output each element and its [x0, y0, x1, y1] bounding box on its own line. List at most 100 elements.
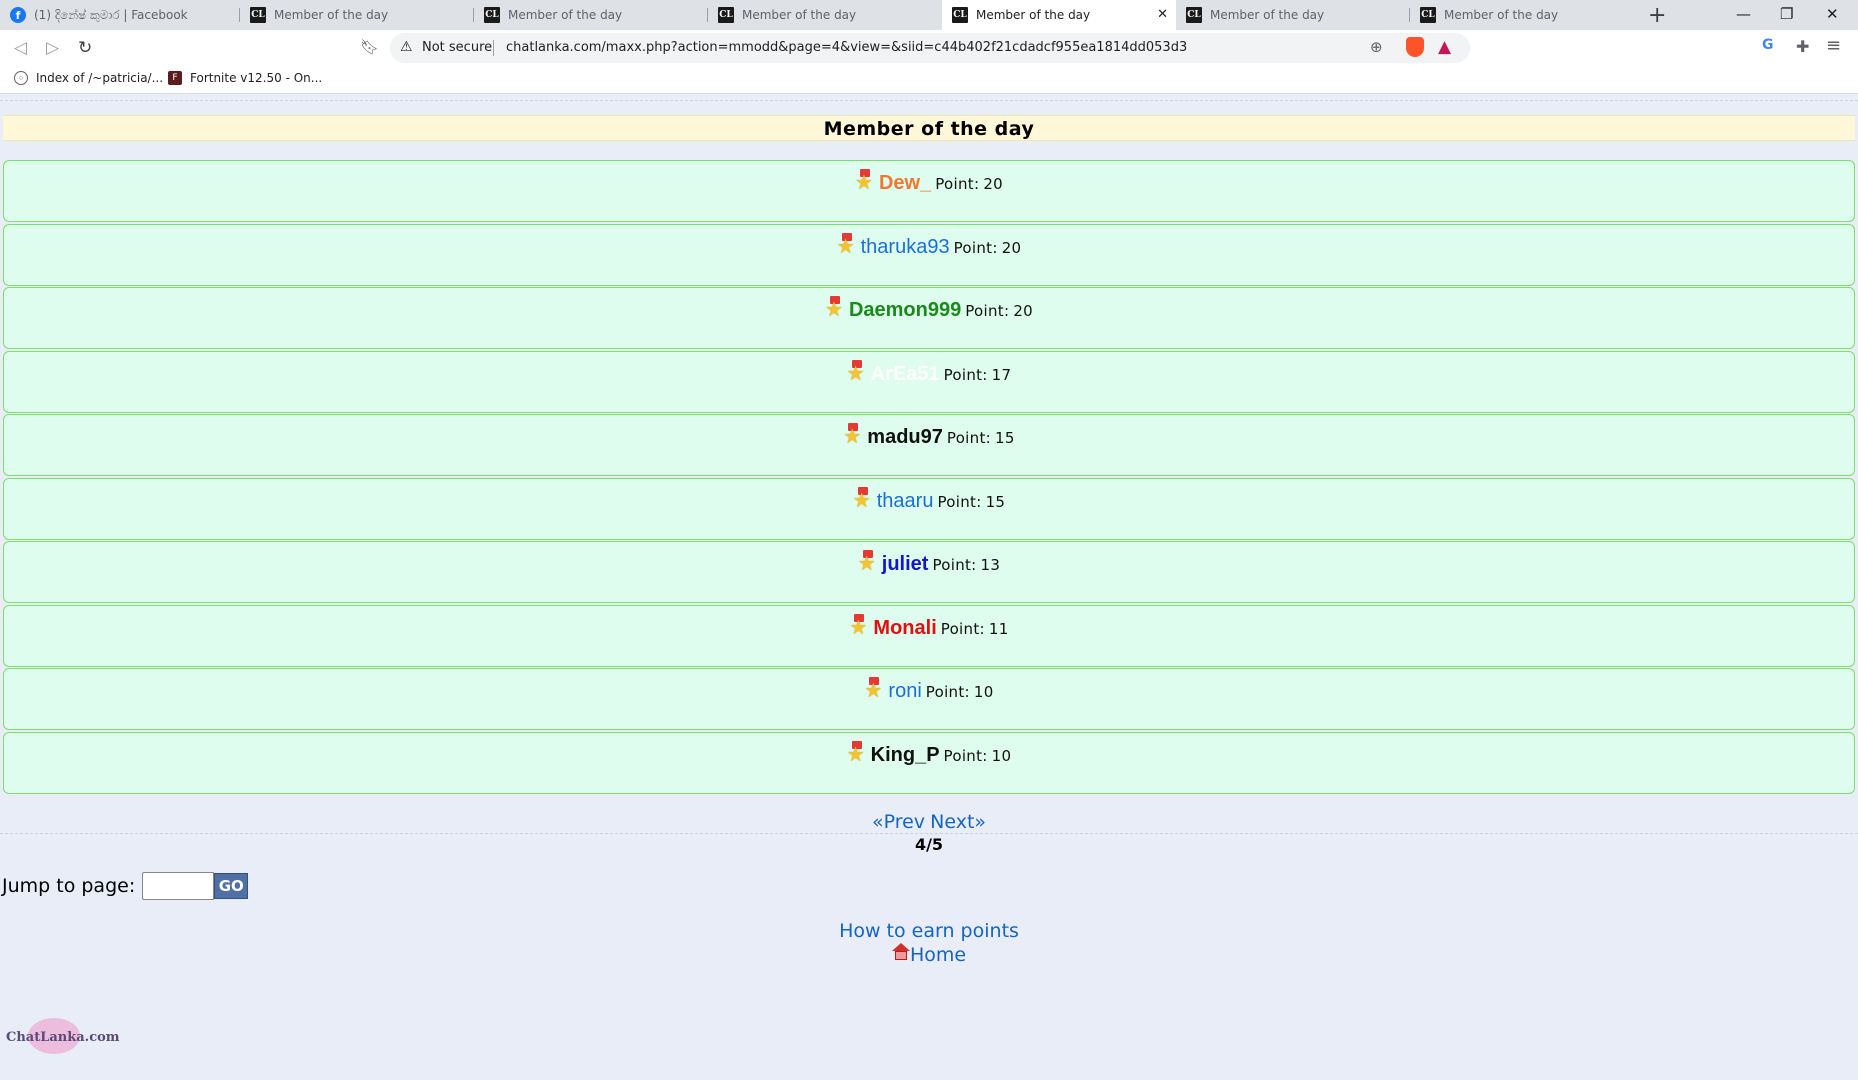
home-icon[interactable]: [891, 943, 910, 961]
tab[interactable]: CL Member of the day ✕: [942, 0, 1176, 30]
member-entry: ★ King_P Point: 10: [4, 740, 1854, 767]
prev-page-link[interactable]: «Prev: [872, 811, 925, 833]
member-name-link[interactable]: Monali: [873, 617, 936, 639]
member-points: 15: [995, 429, 1015, 447]
browser-toolbar: ◁ ▷ ↻ 🔖︎ ⚠ Not secure chatlanka.com/maxx…: [0, 30, 1858, 66]
page-indicator: 4/5: [914, 835, 944, 854]
chatlanka-logo: ChatLanka.com: [6, 1030, 120, 1045]
member-name-link[interactable]: roni: [888, 680, 921, 702]
bookmark-icon[interactable]: 🔖︎: [360, 38, 379, 56]
minimize-icon[interactable]: —: [1736, 5, 1751, 23]
point-label: Point:: [935, 175, 980, 193]
tab-strip: f (1) දිනේෂ් කුමාර | Facebook CL Member of …: [0, 0, 1858, 30]
member-name-link[interactable]: ArEa51: [871, 363, 940, 385]
globe-icon: ◦: [14, 71, 28, 85]
member-row: ★ King_P Point: 10: [3, 731, 1855, 794]
back-icon[interactable]: ◁: [14, 38, 27, 58]
member-points: 20: [1001, 238, 1022, 257]
fortnite-icon: F: [168, 71, 182, 85]
medal-star-icon: ★: [824, 296, 843, 321]
member-entry: ★ thaaru Point: 15: [4, 486, 1854, 513]
forward-icon[interactable]: ▷: [46, 38, 59, 58]
point-label: Point:: [943, 365, 988, 384]
medal-star-icon: ★: [849, 613, 868, 639]
member-name-link[interactable]: Dew_: [879, 172, 931, 194]
go-button[interactable]: GO: [214, 873, 249, 899]
bookmark-item[interactable]: ◦ Index of /~patricia/...: [14, 71, 163, 85]
tab[interactable]: CL Member of the day: [474, 0, 708, 30]
point-label: Point:: [937, 492, 982, 511]
earn-points-link[interactable]: How to earn points: [839, 920, 1019, 942]
extensions-icon[interactable]: ✚: [1796, 37, 1809, 56]
chatlanka-icon: CL: [484, 7, 500, 23]
tab-title: Member of the day: [508, 8, 623, 22]
member-entry: ★ Monali Point: 11: [4, 613, 1854, 640]
warning-icon[interactable]: ⚠: [400, 39, 413, 55]
brave-rewards-icon[interactable]: ▲: [1438, 37, 1451, 57]
member-points: 20: [983, 175, 1004, 193]
chatlanka-icon: CL: [952, 7, 968, 23]
tab-title: Member of the day: [1210, 8, 1325, 22]
member-row: ★ madu97 Point: 15: [3, 414, 1855, 476]
tab[interactable]: CL Member of the day: [240, 0, 474, 30]
member-name-link[interactable]: Daemon999: [849, 299, 961, 321]
tab-separator: [473, 8, 474, 22]
zoom-icon[interactable]: ⊕: [1370, 38, 1383, 56]
chatlanka-icon: CL: [1420, 7, 1436, 23]
security-label[interactable]: Not secure: [422, 40, 492, 55]
close-tab-icon[interactable]: ✕: [1157, 7, 1168, 22]
member-row: ★ roni Point: 10: [3, 668, 1855, 730]
point-label: Point:: [940, 619, 985, 638]
close-window-icon[interactable]: ✕: [1826, 5, 1839, 23]
medal-star-icon: ★: [836, 232, 855, 258]
member-entry: ★ tharuka93 Point: 20: [4, 232, 1854, 259]
member-points: 15: [985, 492, 1006, 511]
tab[interactable]: CL Member of the day: [708, 0, 942, 30]
chatlanka-icon: CL: [1186, 7, 1202, 23]
member-row: ★ Daemon999 Point: 20: [3, 287, 1855, 349]
member-points: 17: [991, 365, 1012, 384]
address-bar[interactable]: ⚠ Not secure chatlanka.com/maxx.php?acti…: [390, 33, 1470, 63]
medal-star-icon: ★: [864, 677, 883, 702]
page-title: Member of the day: [3, 115, 1855, 141]
member-points: 11: [988, 619, 1009, 638]
member-entry: ★ Daemon999 Point: 20: [4, 296, 1854, 322]
member-name-link[interactable]: madu97: [867, 426, 943, 448]
medal-star-icon: ★: [846, 740, 865, 766]
menu-icon[interactable]: ≡: [1826, 35, 1841, 56]
tab-title: Member of the day: [976, 8, 1091, 22]
bookmark-item[interactable]: F Fortnite v12.50 - On...: [168, 71, 322, 85]
member-points: 13: [980, 556, 1001, 574]
top-divider: [0, 100, 1858, 101]
tab-separator: [239, 8, 240, 22]
omnibox-divider: [493, 40, 494, 56]
tab[interactable]: CL Member of the day: [1176, 0, 1410, 30]
new-tab-button[interactable]: +: [1648, 3, 1666, 28]
tab[interactable]: f (1) දිනේෂ් කුමාර | Facebook: [0, 0, 234, 30]
tab-title: (1) දිනේෂ් කුමාර | Facebook: [34, 7, 188, 22]
point-label: Point:: [965, 302, 1010, 320]
next-page-link[interactable]: Next»: [930, 811, 986, 833]
member-row: ★ juliet Point: 13: [3, 541, 1855, 603]
tab-title: Member of the day: [1444, 8, 1559, 22]
medal-star-icon: ★: [843, 423, 862, 448]
member-name-link[interactable]: juliet: [882, 553, 929, 575]
member-name-link[interactable]: tharuka93: [861, 236, 950, 258]
member-entry: ★ madu97 Point: 15: [4, 423, 1854, 449]
home-link[interactable]: Home: [910, 944, 966, 966]
reload-icon[interactable]: ↻: [78, 38, 92, 58]
brave-shields-icon[interactable]: [1406, 37, 1424, 57]
member-name-link[interactable]: King_P: [871, 744, 940, 766]
member-row: ★ Monali Point: 11: [3, 604, 1855, 667]
translate-icon[interactable]: G: [1762, 37, 1774, 53]
member-entry: ★ ArEa51 Point: 17: [4, 359, 1854, 386]
member-name-link[interactable]: thaaru: [877, 490, 934, 512]
jump-page-input[interactable]: [142, 872, 215, 900]
tab-title: Member of the day: [274, 8, 389, 22]
facebook-icon: f: [10, 7, 26, 23]
member-row: ★ tharuka93 Point: 20: [3, 223, 1855, 286]
tab[interactable]: CL Member of the day: [1410, 0, 1644, 30]
restore-icon[interactable]: ❐: [1780, 5, 1793, 23]
bookmark-label: Index of /~patricia/...: [36, 71, 164, 85]
url-text[interactable]: chatlanka.com/maxx.php?action=mmodd&page…: [506, 40, 1187, 55]
